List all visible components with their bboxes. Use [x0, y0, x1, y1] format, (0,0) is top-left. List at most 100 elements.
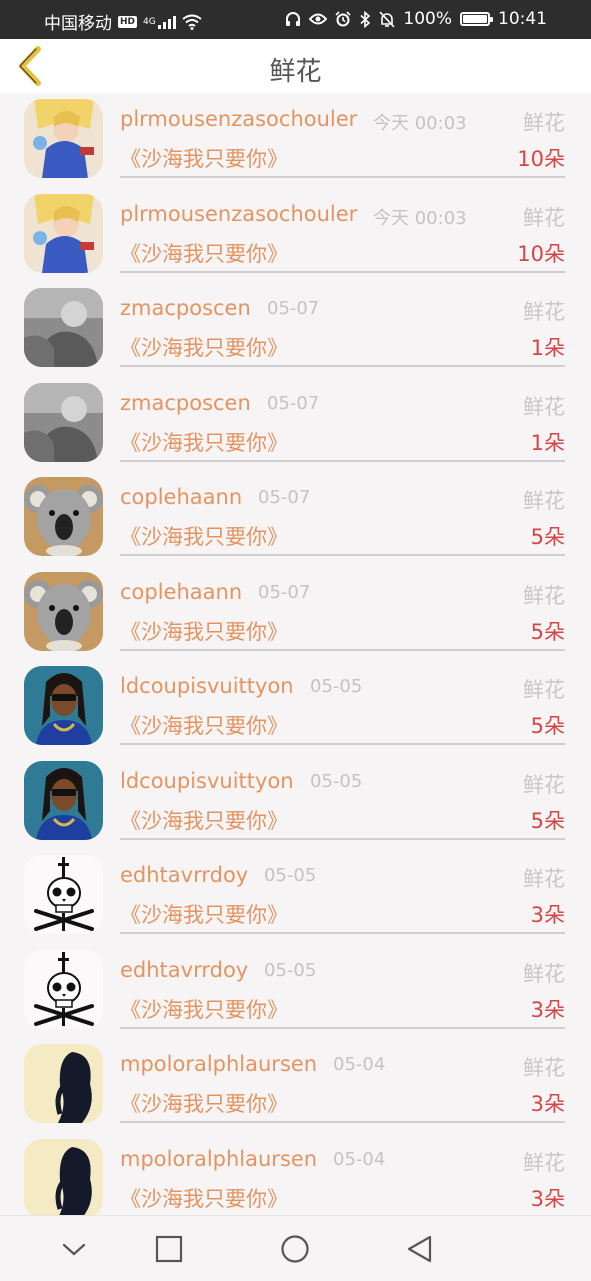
list-item[interactable]: mpoloralphlaursen 05-04 鲜花 《沙海我只要你》 3朵 — [0, 1133, 591, 1215]
username-label[interactable]: edhtavrrdoy — [120, 863, 248, 887]
avatar[interactable] — [24, 193, 103, 273]
square-icon[interactable] — [154, 1234, 184, 1264]
song-title-link[interactable]: 《沙海我只要你》 — [120, 238, 288, 268]
song-title-link[interactable]: 《沙海我只要你》 — [120, 143, 288, 173]
woman-hair-avatar-image — [24, 1138, 103, 1215]
list-item-body: ldcoupisvuittyon 05-05 鲜花 《沙海我只要你》 5朵 — [120, 660, 565, 745]
timestamp-label: 今天 00:03 — [373, 207, 467, 229]
signal-icon — [157, 15, 176, 29]
avatar[interactable] — [24, 1044, 103, 1123]
gift-count-label: 10朵 — [517, 147, 565, 171]
song-title-link[interactable]: 《沙海我只要你》 — [120, 805, 288, 835]
circle-icon[interactable] — [280, 1234, 310, 1264]
gift-count-label: 1朵 — [530, 430, 565, 455]
list-item[interactable]: edhtavrrdoy 05-05 鲜花 《沙海我只要你》 3朵 — [0, 849, 591, 944]
headphones-icon — [286, 12, 301, 26]
gift-type-label: 鲜花 — [523, 583, 565, 608]
song-title-link[interactable]: 《沙海我只要你》 — [120, 332, 288, 362]
avatar[interactable] — [24, 477, 103, 556]
list-item[interactable]: edhtavrrdoy 05-05 鲜花 《沙海我只要你》 3朵 — [0, 944, 591, 1039]
gift-type-label: 鲜花 — [523, 205, 565, 230]
eye-icon — [309, 13, 328, 25]
gift-type-label: 鲜花 — [523, 961, 565, 986]
gift-type-label: 鲜花 — [523, 489, 565, 513]
gift-type-label: 鲜花 — [523, 300, 565, 324]
list-item-body: mpoloralphlaursen 05-04 鲜花 《沙海我只要你》 3朵 — [120, 1038, 565, 1123]
list-item-body: zmacposcen 05-07 鲜花 《沙海我只要你》 1朵 — [120, 282, 565, 367]
bluetooth-icon — [360, 10, 371, 28]
gift-record-list[interactable]: plrmousenzasochouler 今天 00:03 鲜花 《沙海我只要你… — [0, 93, 591, 1215]
list-item[interactable]: coplehaann 05-07 鲜花 《沙海我只要你》 5朵 — [0, 566, 591, 661]
song-title-link[interactable]: 《沙海我只要你》 — [120, 1088, 288, 1118]
list-item-body: plrmousenzasochouler 今天 00:03 鲜花 《沙海我只要你… — [120, 188, 565, 273]
username-label[interactable]: plrmousenzasochouler — [120, 107, 357, 131]
timestamp-label: 05-04 — [333, 1054, 386, 1075]
gift-type-label: 鲜花 — [523, 394, 565, 419]
list-item[interactable]: zmacposcen 05-07 鲜花 《沙海我只要你》 1朵 — [0, 282, 591, 377]
avatar[interactable] — [24, 288, 103, 367]
avatar[interactable] — [24, 382, 103, 462]
timestamp-label: 05-07 — [258, 581, 311, 603]
avatar[interactable] — [24, 1138, 103, 1215]
list-item-body: plrmousenzasochouler 今天 00:03 鲜花 《沙海我只要你… — [120, 93, 565, 178]
timestamp-label: 05-07 — [267, 392, 320, 414]
top-bar: 鲜花 — [0, 39, 591, 93]
gift-type-label: 鲜花 — [523, 1056, 565, 1080]
grey-photo-avatar-image — [24, 288, 103, 367]
carrier-label: 中国移动 — [44, 14, 112, 34]
battery-percent: 100% — [403, 9, 452, 29]
list-item[interactable]: plrmousenzasochouler 今天 00:03 鲜花 《沙海我只要你… — [0, 188, 591, 283]
timestamp-label: 05-04 — [333, 1148, 386, 1170]
page-title: 鲜花 — [269, 57, 322, 87]
avatar[interactable] — [24, 760, 103, 840]
gift-count-label: 5朵 — [530, 808, 565, 833]
song-title-link[interactable]: 《沙海我只要你》 — [120, 1183, 288, 1213]
gift-count-label: 3朵 — [530, 903, 565, 927]
list-item-body: coplehaann 05-07 鲜花 《沙海我只要你》 5朵 — [120, 471, 565, 556]
username-label[interactable]: plrmousenzasochouler — [120, 202, 357, 226]
song-title-link[interactable]: 《沙海我只要你》 — [120, 521, 288, 551]
triangle-back-icon[interactable] — [405, 1234, 435, 1264]
list-item[interactable]: ldcoupisvuittyon 05-05 鲜花 《沙海我只要你》 5朵 — [0, 755, 591, 850]
avatar[interactable] — [24, 571, 103, 651]
gift-count-label: 5朵 — [530, 714, 565, 738]
gift-type-label: 鲜花 — [523, 678, 565, 702]
gift-count-label: 1朵 — [530, 336, 565, 360]
username-label[interactable]: edhtavrrdoy — [120, 958, 248, 982]
username-label[interactable]: ldcoupisvuittyon — [120, 769, 294, 793]
song-title-link[interactable]: 《沙海我只要你》 — [120, 616, 288, 646]
username-label[interactable]: mpoloralphlaursen — [120, 1052, 317, 1076]
username-label[interactable]: coplehaann — [120, 485, 242, 509]
song-title-link[interactable]: 《沙海我只要你》 — [120, 710, 288, 740]
song-title-link[interactable]: 《沙海我只要你》 — [120, 427, 288, 457]
avatar[interactable] — [24, 666, 103, 745]
gift-count-label: 5朵 — [530, 619, 565, 644]
gift-type-label: 鲜花 — [523, 111, 565, 135]
username-label[interactable]: zmacposcen — [120, 296, 251, 320]
gift-count-label: 3朵 — [530, 1092, 565, 1116]
anime-girl-avatar-image — [24, 193, 103, 273]
list-item[interactable]: mpoloralphlaursen 05-04 鲜花 《沙海我只要你》 3朵 — [0, 1038, 591, 1133]
song-title-link[interactable]: 《沙海我只要你》 — [120, 994, 288, 1024]
list-item[interactable]: plrmousenzasochouler 今天 00:03 鲜花 《沙海我只要你… — [0, 93, 591, 188]
avatar[interactable] — [24, 855, 103, 934]
status-bar: 中国移动 HD 4G 100% 10:41 — [0, 0, 591, 39]
list-item[interactable]: ldcoupisvuittyon 05-05 鲜花 《沙海我只要你》 5朵 — [0, 660, 591, 755]
gift-type-label: 鲜花 — [523, 1150, 565, 1175]
koala-avatar-image — [24, 477, 103, 556]
song-title-link[interactable]: 《沙海我只要你》 — [120, 899, 288, 929]
avatar[interactable] — [24, 949, 103, 1029]
timestamp-label: 05-07 — [267, 298, 320, 319]
list-item[interactable]: zmacposcen 05-07 鲜花 《沙海我只要你》 1朵 — [0, 377, 591, 472]
username-label[interactable]: ldcoupisvuittyon — [120, 674, 294, 698]
list-item-body: ldcoupisvuittyon 05-05 鲜花 《沙海我只要你》 5朵 — [120, 755, 565, 840]
avatar[interactable] — [24, 99, 103, 178]
username-label[interactable]: coplehaann — [120, 580, 242, 604]
list-item[interactable]: coplehaann 05-07 鲜花 《沙海我只要你》 5朵 — [0, 471, 591, 566]
username-label[interactable]: mpoloralphlaursen — [120, 1147, 317, 1171]
chevron-down-icon[interactable] — [59, 1234, 89, 1264]
anime-girl-avatar-image — [24, 99, 103, 178]
gift-type-label: 鲜花 — [523, 772, 565, 797]
username-label[interactable]: zmacposcen — [120, 391, 251, 415]
wifi-icon — [182, 14, 202, 30]
